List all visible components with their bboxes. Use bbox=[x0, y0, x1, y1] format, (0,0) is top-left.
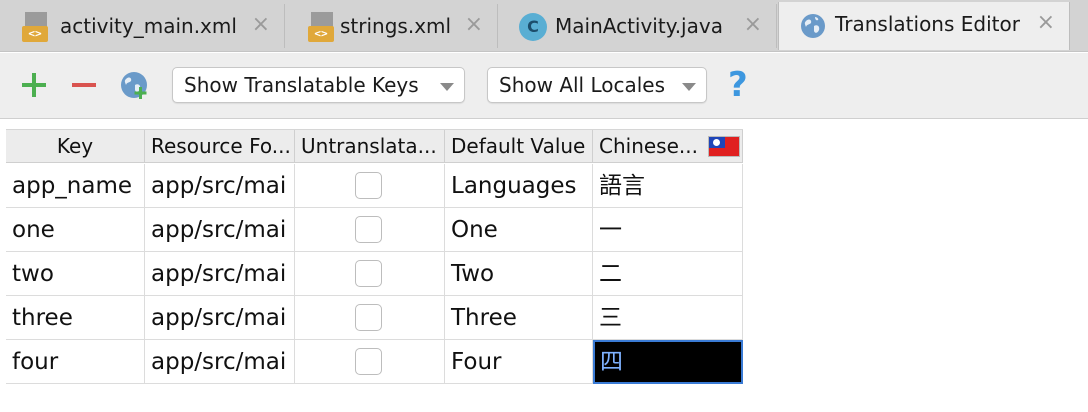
untranslatable-checkbox[interactable] bbox=[355, 304, 382, 331]
table-row: four app/src/mai Four 四 bbox=[6, 340, 743, 384]
key-cell[interactable]: three bbox=[6, 296, 145, 340]
key-cell[interactable]: app_name bbox=[6, 164, 145, 208]
xml-file-icon: <> bbox=[22, 12, 50, 42]
globe-icon bbox=[801, 14, 825, 38]
close-tab-icon[interactable]: × bbox=[744, 12, 762, 38]
default-value-cell[interactable]: Three bbox=[445, 296, 593, 340]
translations-toolbar: Show Translatable Keys Show All Locales … bbox=[0, 53, 1088, 119]
default-value-cell[interactable]: Four bbox=[445, 340, 593, 384]
key-cell[interactable]: one bbox=[6, 208, 145, 252]
tab-label: activity_main.xml bbox=[60, 14, 237, 38]
table-row: two app/src/mai Two 二 bbox=[6, 252, 743, 296]
column-header-default-value[interactable]: Default Value bbox=[445, 130, 593, 162]
close-tab-icon[interactable]: × bbox=[1037, 10, 1055, 36]
table-row: app_name app/src/mai Languages 語言 bbox=[6, 164, 743, 208]
column-header-key[interactable]: Key bbox=[6, 130, 145, 162]
chinese-translation-cell[interactable]: 三 bbox=[593, 296, 743, 340]
minus-icon[interactable] bbox=[66, 67, 102, 103]
resource-folder-cell[interactable]: app/src/mai bbox=[145, 340, 295, 384]
column-header-resource-folder[interactable]: Resource Fo... bbox=[145, 130, 295, 162]
editor-tab-bar: <> activity_main.xml × <> strings.xml × … bbox=[0, 0, 1088, 52]
column-header-untranslatable[interactable]: Untranslata... bbox=[295, 130, 445, 162]
chevron-down-icon bbox=[682, 83, 696, 91]
xml-file-icon: <> bbox=[308, 12, 336, 42]
resource-folder-cell[interactable]: app/src/mai bbox=[145, 208, 295, 252]
resource-folder-cell[interactable]: app/src/mai bbox=[145, 296, 295, 340]
default-value-cell[interactable]: One bbox=[445, 208, 593, 252]
table-row: one app/src/mai One 一 bbox=[6, 208, 743, 252]
locales-filter-label: Show All Locales bbox=[499, 73, 666, 97]
help-icon[interactable]: ? bbox=[728, 65, 748, 105]
locales-filter-dropdown[interactable]: Show All Locales bbox=[487, 67, 707, 103]
key-cell[interactable]: two bbox=[6, 252, 145, 296]
untranslatable-cell bbox=[295, 252, 445, 296]
chinese-translation-cell[interactable]: 二 bbox=[593, 252, 743, 296]
untranslatable-cell bbox=[295, 340, 445, 384]
tab-label: strings.xml bbox=[340, 14, 452, 38]
default-value-cell[interactable]: Two bbox=[445, 252, 593, 296]
column-header-chinese[interactable]: Chinese... bbox=[593, 130, 743, 162]
untranslatable-checkbox[interactable] bbox=[355, 172, 382, 199]
table-header: Key Resource Fo... Untranslata... Defaul… bbox=[6, 129, 743, 163]
close-tab-icon[interactable]: × bbox=[252, 12, 270, 38]
chevron-down-icon bbox=[440, 83, 454, 91]
column-header-chinese-label: Chinese... bbox=[599, 134, 698, 158]
tab-main-activity-java[interactable]: C MainActivity.java × bbox=[499, 4, 777, 48]
default-value-cell[interactable]: Languages bbox=[445, 164, 593, 208]
keys-filter-label: Show Translatable Keys bbox=[184, 73, 419, 97]
untranslatable-cell bbox=[295, 208, 445, 252]
globe-add-icon[interactable] bbox=[116, 67, 152, 103]
chinese-translation-cell-selected[interactable]: 四 bbox=[593, 340, 743, 384]
tab-translations-editor[interactable]: Translations Editor × bbox=[778, 2, 1070, 50]
untranslatable-cell bbox=[295, 164, 445, 208]
java-class-icon: C bbox=[519, 13, 547, 41]
taiwan-flag-icon bbox=[708, 136, 740, 157]
untranslatable-checkbox[interactable] bbox=[355, 216, 382, 243]
chinese-translation-cell[interactable]: 語言 bbox=[593, 164, 743, 208]
tab-label: MainActivity.java bbox=[555, 14, 723, 38]
table-row: three app/src/mai Three 三 bbox=[6, 296, 743, 340]
tab-label: Translations Editor bbox=[835, 12, 1020, 36]
untranslatable-checkbox[interactable] bbox=[355, 260, 382, 287]
plus-icon[interactable] bbox=[16, 67, 52, 103]
key-cell[interactable]: four bbox=[6, 340, 145, 384]
resource-folder-cell[interactable]: app/src/mai bbox=[145, 252, 295, 296]
tab-strings-xml[interactable]: <> strings.xml × bbox=[286, 4, 498, 48]
close-tab-icon[interactable]: × bbox=[465, 12, 483, 38]
untranslatable-checkbox[interactable] bbox=[355, 348, 382, 375]
untranslatable-cell bbox=[295, 296, 445, 340]
tab-activity-main-xml[interactable]: <> activity_main.xml × bbox=[0, 4, 285, 48]
keys-filter-dropdown[interactable]: Show Translatable Keys bbox=[172, 67, 465, 103]
resource-folder-cell[interactable]: app/src/mai bbox=[145, 164, 295, 208]
chinese-translation-cell[interactable]: 一 bbox=[593, 208, 743, 252]
